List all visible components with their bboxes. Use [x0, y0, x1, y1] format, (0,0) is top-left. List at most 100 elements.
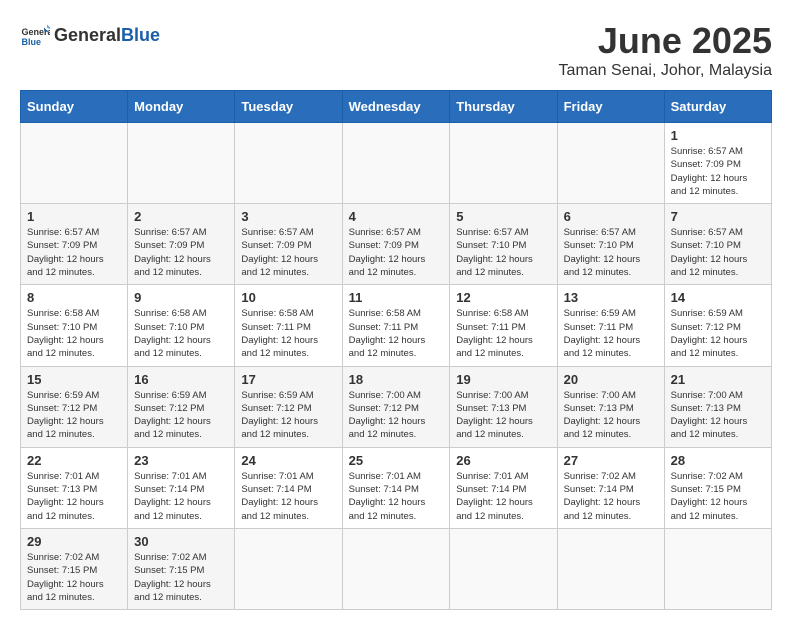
day-info: Sunrise: 6:58 AMSunset: 7:11 PMDaylight:…: [241, 307, 335, 360]
day-info: Sunrise: 6:58 AMSunset: 7:11 PMDaylight:…: [456, 307, 550, 360]
calendar-week-2: 1 Sunrise: 6:57 AMSunset: 7:09 PMDaylight…: [21, 204, 772, 285]
header-area: General Blue GeneralBlue June 2025 Taman…: [20, 20, 772, 80]
day-number: 8: [27, 290, 121, 305]
day-number: 3: [241, 209, 335, 224]
day-info: Sunrise: 7:02 AMSunset: 7:15 PMDaylight:…: [134, 551, 228, 604]
location-title: Taman Senai, Johor, Malaysia: [559, 62, 772, 80]
day-info: Sunrise: 7:00 AMSunset: 7:12 PMDaylight:…: [349, 389, 444, 442]
day-info: Sunrise: 7:00 AMSunset: 7:13 PMDaylight:…: [564, 389, 658, 442]
calendar-cell: 15 Sunrise: 6:59 AMSunset: 7:12 PMDayligh…: [21, 366, 128, 447]
weekday-header-wednesday: Wednesday: [342, 91, 450, 123]
day-info: Sunrise: 6:59 AMSunset: 7:12 PMDaylight:…: [241, 389, 335, 442]
day-info: Sunrise: 7:01 AMSunset: 7:13 PMDaylight:…: [27, 470, 121, 523]
calendar-cell: [235, 123, 342, 204]
svg-text:Blue: Blue: [22, 37, 42, 47]
day-number: 5: [456, 209, 550, 224]
day-number: 22: [27, 453, 121, 468]
calendar-week-5: 22 Sunrise: 7:01 AMSunset: 7:13 PMDayligh…: [21, 447, 772, 528]
day-info: Sunrise: 6:59 AMSunset: 7:12 PMDaylight:…: [134, 389, 228, 442]
calendar-cell: [128, 123, 235, 204]
day-number: 10: [241, 290, 335, 305]
day-number: 11: [349, 290, 444, 305]
day-info: Sunrise: 7:02 AMSunset: 7:15 PMDaylight:…: [671, 470, 765, 523]
day-info: Sunrise: 6:57 AMSunset: 7:09 PMDaylight:…: [27, 226, 121, 279]
day-number: 29: [27, 534, 121, 549]
day-info: Sunrise: 6:59 AMSunset: 7:11 PMDaylight:…: [564, 307, 658, 360]
day-info: Sunrise: 6:57 AMSunset: 7:10 PMDaylight:…: [564, 226, 658, 279]
calendar-week-3: 8 Sunrise: 6:58 AMSunset: 7:10 PMDaylight…: [21, 285, 772, 366]
calendar-week-6: 29 Sunrise: 7:02 AMSunset: 7:15 PMDayligh…: [21, 528, 772, 609]
calendar-cell: [450, 528, 557, 609]
calendar-cell: 29Sunrise: 7:02 AMSunset: 7:15 PMDayligh…: [21, 528, 128, 609]
day-number: 6: [564, 209, 658, 224]
calendar-cell: [557, 123, 664, 204]
calendar-cell: 13 Sunrise: 6:59 AMSunset: 7:11 PMDayligh…: [557, 285, 664, 366]
day-info: Sunrise: 6:58 AMSunset: 7:10 PMDaylight:…: [27, 307, 121, 360]
calendar-cell: 17 Sunrise: 6:59 AMSunset: 7:12 PMDayligh…: [235, 366, 342, 447]
calendar-cell: 6 Sunrise: 6:57 AMSunset: 7:10 PMDaylight…: [557, 204, 664, 285]
calendar-cell: 5Sunrise: 6:57 AMSunset: 7:10 PMDaylight…: [450, 204, 557, 285]
calendar-cell: 3 Sunrise: 6:57 AMSunset: 7:09 PMDaylight…: [235, 204, 342, 285]
day-info: Sunrise: 6:59 AMSunset: 7:12 PMDaylight:…: [27, 389, 121, 442]
day-number: 16: [134, 372, 228, 387]
day-number: 12: [456, 290, 550, 305]
day-info: Sunrise: 7:01 AMSunset: 7:14 PMDaylight:…: [456, 470, 550, 523]
logo-icon: General Blue: [20, 20, 50, 50]
calendar-cell: 28Sunrise: 7:02 AMSunset: 7:15 PMDayligh…: [664, 447, 771, 528]
day-info: Sunrise: 6:57 AMSunset: 7:09 PMDaylight:…: [134, 226, 228, 279]
day-number: 1: [27, 209, 121, 224]
day-info: Sunrise: 6:58 AMSunset: 7:11 PMDaylight:…: [349, 307, 444, 360]
calendar-cell: 1Sunrise: 6:57 AMSunset: 7:09 PMDaylight…: [664, 123, 771, 204]
calendar-cell: [450, 123, 557, 204]
day-number: 15: [27, 372, 121, 387]
day-number: 18: [349, 372, 444, 387]
calendar-cell: 19Sunrise: 7:00 AMSunset: 7:13 PMDayligh…: [450, 366, 557, 447]
calendar-cell: 10 Sunrise: 6:58 AMSunset: 7:11 PMDayligh…: [235, 285, 342, 366]
calendar-cell: 25Sunrise: 7:01 AMSunset: 7:14 PMDayligh…: [342, 447, 450, 528]
calendar-cell: 20 Sunrise: 7:00 AMSunset: 7:13 PMDayligh…: [557, 366, 664, 447]
page-container: General Blue GeneralBlue June 2025 Taman…: [20, 20, 772, 610]
svg-text:General: General: [22, 27, 51, 37]
day-number: 25: [349, 453, 444, 468]
day-number: 14: [671, 290, 765, 305]
day-number: 23: [134, 453, 228, 468]
day-number: 26: [456, 453, 550, 468]
day-number: 21: [671, 372, 765, 387]
day-info: Sunrise: 6:57 AMSunset: 7:09 PMDaylight:…: [241, 226, 335, 279]
calendar-cell: 21 Sunrise: 7:00 AMSunset: 7:13 PMDayligh…: [664, 366, 771, 447]
day-number: 17: [241, 372, 335, 387]
calendar-cell: 14 Sunrise: 6:59 AMSunset: 7:12 PMDayligh…: [664, 285, 771, 366]
weekday-header-friday: Friday: [557, 91, 664, 123]
day-info: Sunrise: 7:01 AMSunset: 7:14 PMDaylight:…: [134, 470, 228, 523]
weekday-header-thursday: Thursday: [450, 91, 557, 123]
calendar-cell: 27 Sunrise: 7:02 AMSunset: 7:14 PMDayligh…: [557, 447, 664, 528]
day-info: Sunrise: 6:57 AMSunset: 7:09 PMDaylight:…: [349, 226, 444, 279]
calendar-cell: 22 Sunrise: 7:01 AMSunset: 7:13 PMDayligh…: [21, 447, 128, 528]
calendar-week-1: 1Sunrise: 6:57 AMSunset: 7:09 PMDaylight…: [21, 123, 772, 204]
calendar-cell: 7 Sunrise: 6:57 AMSunset: 7:10 PMDaylight…: [664, 204, 771, 285]
day-number: 7: [671, 209, 765, 224]
day-number: 27: [564, 453, 658, 468]
logo-text: GeneralBlue: [54, 25, 160, 46]
calendar-cell: [342, 123, 450, 204]
calendar-cell: [557, 528, 664, 609]
calendar-cell: 26 Sunrise: 7:01 AMSunset: 7:14 PMDayligh…: [450, 447, 557, 528]
day-info: Sunrise: 6:57 AMSunset: 7:10 PMDaylight:…: [671, 226, 765, 279]
day-number: 4: [349, 209, 444, 224]
day-number: 20: [564, 372, 658, 387]
day-info: Sunrise: 6:59 AMSunset: 7:12 PMDaylight:…: [671, 307, 765, 360]
weekday-header-tuesday: Tuesday: [235, 91, 342, 123]
calendar-cell: 23 Sunrise: 7:01 AMSunset: 7:14 PMDayligh…: [128, 447, 235, 528]
day-info: Sunrise: 7:01 AMSunset: 7:14 PMDaylight:…: [241, 470, 335, 523]
day-info: Sunrise: 7:00 AMSunset: 7:13 PMDaylight:…: [671, 389, 765, 442]
day-number: 13: [564, 290, 658, 305]
logo: General Blue GeneralBlue: [20, 20, 160, 50]
day-info: Sunrise: 7:02 AMSunset: 7:14 PMDaylight:…: [564, 470, 658, 523]
calendar-cell: [235, 528, 342, 609]
calendar-table: SundayMondayTuesdayWednesdayThursdayFrid…: [20, 90, 772, 610]
calendar-cell: 9Sunrise: 6:58 AMSunset: 7:10 PMDaylight…: [128, 285, 235, 366]
calendar-cell: 4 Sunrise: 6:57 AMSunset: 7:09 PMDaylight…: [342, 204, 450, 285]
title-area: June 2025 Taman Senai, Johor, Malaysia: [559, 20, 772, 80]
weekday-header-sunday: Sunday: [21, 91, 128, 123]
month-title: June 2025: [559, 20, 772, 62]
